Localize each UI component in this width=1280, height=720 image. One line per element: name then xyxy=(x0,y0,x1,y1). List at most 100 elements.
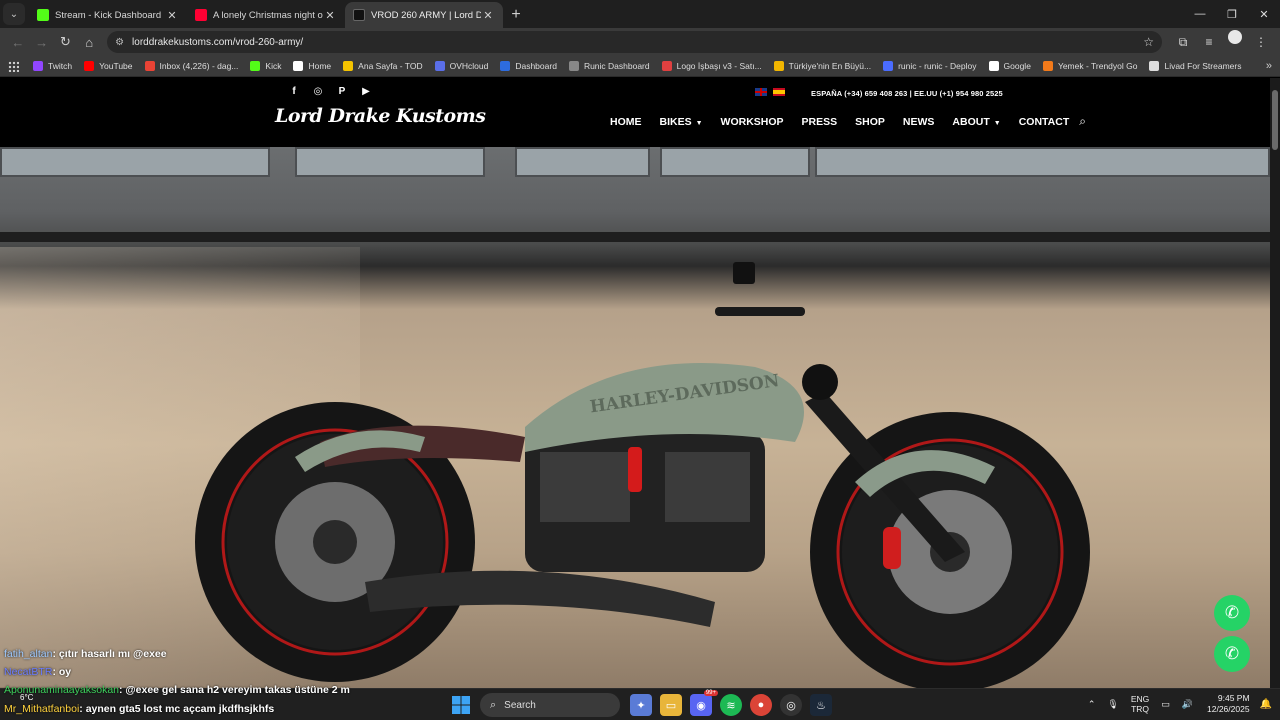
restore-icon[interactable]: ❐ xyxy=(1216,0,1248,28)
instagram-icon[interactable]: ◎ xyxy=(306,86,330,97)
menu-item-home[interactable]: HOME xyxy=(610,116,642,128)
copilot-icon[interactable]: ✦ xyxy=(630,694,652,716)
bookmark-label: YouTube xyxy=(99,61,133,71)
english-flag-icon[interactable] xyxy=(755,88,767,96)
chat-text: : @exee gel sana h2 vereyim takas üstüne… xyxy=(119,684,350,696)
forward-arrow-icon[interactable]: → xyxy=(30,30,54,54)
bookmark-item[interactable]: OVHcloud xyxy=(434,61,489,71)
whatsapp-button[interactable]: ✆ xyxy=(1214,636,1250,672)
menu-item-shop[interactable]: SHOP xyxy=(855,116,885,128)
chat-text: : oy xyxy=(52,666,72,678)
phone-call-button[interactable]: ✆ xyxy=(1214,595,1250,631)
extensions-icon[interactable]: ⧉ xyxy=(1170,30,1196,54)
youtube-icon[interactable]: ▶ xyxy=(354,86,378,97)
bookmark-item[interactable]: Dashboard xyxy=(500,61,557,71)
more-bookmarks-icon[interactable]: » xyxy=(1266,60,1272,72)
site-logo[interactable]: Lord Drake Kustoms xyxy=(275,105,486,127)
menu-item-contact[interactable]: CONTACT xyxy=(1019,116,1070,128)
tab-vrod-260-army[interactable]: VROD 260 ARMY | Lord Drake K ✕ xyxy=(345,2,503,28)
page-viewport: f ◎ P ▶ ESPAÑA (+34) 659 408 263 | EE.UU… xyxy=(0,78,1270,688)
windows-start-icon[interactable] xyxy=(452,696,470,714)
bookmark-favicon-icon xyxy=(434,61,445,71)
spotify-icon[interactable]: ≋ xyxy=(720,694,742,716)
bookmark-label: Kick xyxy=(265,61,282,71)
apps-grid-icon[interactable] xyxy=(8,60,19,72)
close-icon[interactable]: ✕ xyxy=(481,9,495,22)
menu-label: HOME xyxy=(610,115,642,128)
language-indicator[interactable]: ENG TRQ xyxy=(1131,694,1149,714)
facebook-icon[interactable]: f xyxy=(282,86,306,97)
bookmark-item[interactable]: Runic Dashboard xyxy=(568,61,650,71)
bookmark-item[interactable]: Ana Sayfa - TOD xyxy=(343,61,423,71)
youtube-favicon-icon xyxy=(195,9,207,21)
bookmark-item[interactable]: Google xyxy=(988,61,1031,71)
bookmark-item[interactable]: YouTube xyxy=(84,61,133,71)
bookmark-favicon-icon xyxy=(1149,61,1160,71)
search-icon[interactable]: ⌕ xyxy=(1079,114,1086,129)
steam-icon[interactable]: ♨ xyxy=(810,694,832,716)
volume-icon[interactable]: 🔊 xyxy=(1182,699,1193,710)
bookmark-favicon-icon xyxy=(568,61,579,71)
pinterest-icon[interactable]: P xyxy=(330,86,354,97)
bookmark-item[interactable]: Livad For Streamers xyxy=(1149,61,1241,71)
chat-message: NecatBTR: oy xyxy=(4,666,71,678)
notification-bell-icon[interactable]: 🔔 xyxy=(1260,699,1272,710)
menu-item-bikes[interactable]: BIKES ▼ xyxy=(660,116,703,128)
page-scrollbar[interactable] xyxy=(1270,78,1280,688)
close-icon[interactable]: ✕ xyxy=(323,9,337,22)
media-controls-icon[interactable]: ≡ xyxy=(1196,30,1222,54)
menu-item-press[interactable]: PRESS xyxy=(802,116,838,128)
site-info-icon[interactable]: ⚙ xyxy=(115,37,124,48)
bookmark-item[interactable]: Logo İşbaşı v3 - Satı... xyxy=(661,61,762,71)
more-menu-icon[interactable]: ⋮ xyxy=(1248,30,1274,54)
skylight xyxy=(515,147,650,177)
bookmark-star-icon[interactable]: ☆ xyxy=(1143,35,1154,49)
red-ignition-coil xyxy=(628,447,642,492)
bookmark-item[interactable]: Twitch xyxy=(33,61,72,71)
tray-chevron-up-icon[interactable]: ⌃ xyxy=(1088,699,1096,710)
bookmark-item[interactable]: runic - runic - Deploy xyxy=(883,61,977,71)
window-close-icon[interactable]: ✕ xyxy=(1248,0,1280,28)
address-bar[interactable]: ⚙ lorddrakekustoms.com/vrod-260-army/ ☆ xyxy=(107,31,1162,53)
bookmark-item[interactable]: Türkiye'nin En Büyü... xyxy=(773,61,872,71)
menu-item-about[interactable]: ABOUT ▼ xyxy=(952,116,1000,128)
skylight xyxy=(815,147,1270,177)
tab-search-icon[interactable]: ⌄ xyxy=(3,3,25,25)
minimize-icon[interactable]: — xyxy=(1184,0,1216,28)
chat-username: Mr_Mithatfanboi xyxy=(4,703,80,715)
menu-item-workshop[interactable]: WORKSHOP xyxy=(721,116,784,128)
file-explorer-icon[interactable]: ▭ xyxy=(660,694,682,716)
clock[interactable]: 9:45 PM 12/26/2025 xyxy=(1207,693,1250,715)
tab-kick-dashboard[interactable]: Stream - Kick Dashboard ✕ xyxy=(29,2,187,28)
whatsapp-icon: ✆ xyxy=(1224,644,1240,663)
profile-avatar-icon[interactable] xyxy=(1227,30,1242,44)
tab-youtube-video[interactable]: A lonely Christmas night on a 2 ✕ xyxy=(187,2,345,28)
chrome-icon[interactable]: ● xyxy=(750,694,772,716)
bookmark-item[interactable]: Yemek - Trendyol Go xyxy=(1042,61,1137,71)
chat-message: fatih_altan: çıtır hasarlı mı @exee xyxy=(4,648,167,660)
front-caliper xyxy=(883,527,901,569)
new-tab-button[interactable]: + xyxy=(503,2,529,28)
reload-icon[interactable]: ↻ xyxy=(54,30,78,54)
scrollbar-thumb[interactable] xyxy=(1272,90,1278,150)
close-icon[interactable]: ✕ xyxy=(165,9,179,22)
bookmark-item[interactable]: Home xyxy=(293,61,331,71)
bookmark-label: Türkiye'nin En Büyü... xyxy=(788,61,872,71)
menu-item-news[interactable]: NEWS xyxy=(903,116,935,128)
network-icon[interactable]: ▭ xyxy=(1161,699,1170,710)
microphone-icon[interactable]: 🎙 xyxy=(1107,699,1118,710)
ceiling-beam xyxy=(0,232,1270,242)
bookmark-item[interactable]: Inbox (4,226) - dag... xyxy=(144,61,238,71)
discord-icon[interactable]: ◉ 99+ xyxy=(690,690,718,716)
bookmark-favicon-icon xyxy=(84,61,95,71)
home-icon[interactable]: ⌂ xyxy=(77,30,101,54)
bookmark-label: Google xyxy=(1003,61,1031,71)
taskbar-search[interactable]: ⌕ Search xyxy=(480,693,620,717)
spanish-flag-icon[interactable] xyxy=(773,88,785,96)
chat-message: Aponunaminaayaksokan: @exee gel sana h2 … xyxy=(4,684,350,696)
back-arrow-icon[interactable]: ← xyxy=(6,30,30,54)
bookmark-item[interactable]: Kick xyxy=(250,61,281,71)
obs-icon[interactable]: ◎ xyxy=(780,694,802,716)
bookmark-label: OVHcloud xyxy=(449,61,489,71)
url-text[interactable]: lorddrakekustoms.com/vrod-260-army/ xyxy=(132,37,1143,48)
